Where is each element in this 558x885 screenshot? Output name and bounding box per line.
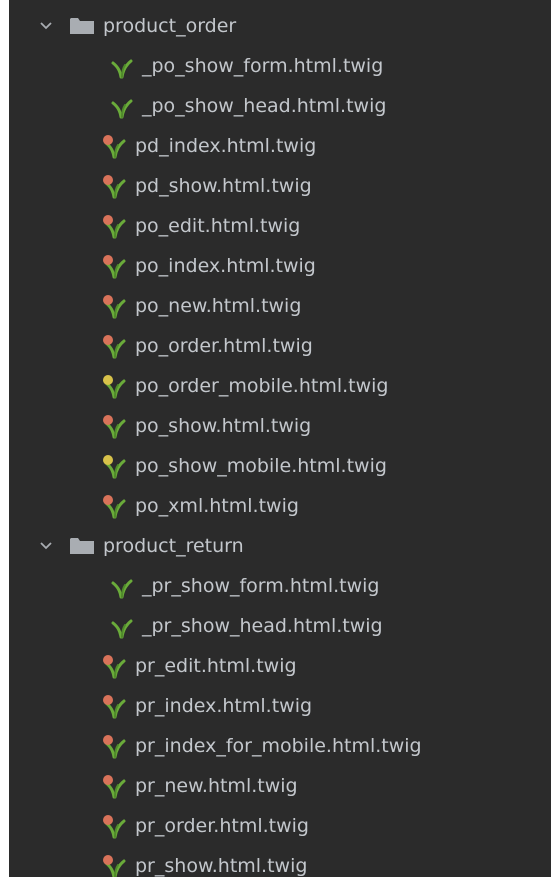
file-row[interactable]: _pr_show_head.html.twig [9, 606, 551, 646]
twig-file-icon [108, 573, 134, 599]
folder-icon [69, 536, 95, 556]
file-label: pr_new.html.twig [135, 775, 298, 797]
file-row[interactable]: pr_index_for_mobile.html.twig [9, 726, 551, 766]
file-row[interactable]: po_new.html.twig [9, 286, 551, 326]
file-label: po_show.html.twig [135, 415, 312, 437]
file-row[interactable]: pr_order.html.twig [9, 806, 551, 846]
twig-file-icon-red-dot [101, 653, 127, 679]
file-row[interactable]: po_edit.html.twig [9, 206, 551, 246]
file-row[interactable]: pd_index.html.twig [9, 126, 551, 166]
twig-file-icon-red-dot [101, 173, 127, 199]
file-row[interactable]: _po_show_form.html.twig [9, 46, 551, 86]
file-tree: product_order _po_show_form.html.twig _po_… [9, 6, 551, 877]
twig-file-icon-red-dot [101, 253, 127, 279]
twig-file-icon-red-dot [101, 333, 127, 359]
file-label: pr_index_for_mobile.html.twig [135, 735, 422, 757]
file-row[interactable]: po_show.html.twig [9, 406, 551, 446]
file-label: _po_show_head.html.twig [142, 95, 387, 117]
file-row[interactable]: pr_show.html.twig [9, 846, 551, 877]
twig-file-icon-yellow-dot [101, 453, 127, 479]
file-row[interactable]: pr_edit.html.twig [9, 646, 551, 686]
file-label: po_show_mobile.html.twig [135, 455, 387, 477]
file-label: pr_index.html.twig [135, 695, 313, 717]
twig-file-icon-red-dot [101, 413, 127, 439]
folder-label: product_order [103, 15, 237, 37]
chevron-down-icon[interactable] [35, 535, 57, 557]
file-row[interactable]: pr_index.html.twig [9, 686, 551, 726]
project-tree-panel: product_order _po_show_form.html.twig _po_… [9, 0, 551, 877]
twig-file-icon [108, 93, 134, 119]
file-label: po_order.html.twig [135, 335, 313, 357]
file-label: po_edit.html.twig [135, 215, 301, 237]
folder-row-product-return[interactable]: product_return [9, 526, 551, 566]
twig-file-icon-red-dot [101, 813, 127, 839]
twig-file-icon-red-dot [101, 293, 127, 319]
twig-file-icon-yellow-dot [101, 373, 127, 399]
twig-file-icon-red-dot [101, 213, 127, 239]
file-row[interactable]: pr_new.html.twig [9, 766, 551, 806]
twig-file-icon [108, 53, 134, 79]
folder-icon [69, 16, 95, 36]
twig-file-icon [108, 613, 134, 639]
file-label: po_order_mobile.html.twig [135, 375, 389, 397]
folder-label: product_return [103, 535, 244, 557]
twig-file-icon-red-dot [101, 493, 127, 519]
file-label: po_index.html.twig [135, 255, 316, 277]
file-label: pd_index.html.twig [135, 135, 317, 157]
file-label: _pr_show_head.html.twig [142, 615, 383, 637]
file-label: pd_show.html.twig [135, 175, 312, 197]
file-label: po_new.html.twig [135, 295, 302, 317]
twig-file-icon-red-dot [101, 693, 127, 719]
file-row[interactable]: po_order.html.twig [9, 326, 551, 366]
file-row[interactable]: po_order_mobile.html.twig [9, 366, 551, 406]
file-row[interactable]: _pr_show_form.html.twig [9, 566, 551, 606]
twig-file-icon-red-dot [101, 853, 127, 877]
file-row[interactable]: po_show_mobile.html.twig [9, 446, 551, 486]
file-label: _pr_show_form.html.twig [142, 575, 380, 597]
file-label: _po_show_form.html.twig [142, 55, 384, 77]
file-row[interactable]: pd_show.html.twig [9, 166, 551, 206]
chevron-down-icon[interactable] [35, 15, 57, 37]
file-label: po_xml.html.twig [135, 495, 299, 517]
file-row[interactable]: _po_show_head.html.twig [9, 86, 551, 126]
folder-row-product-order[interactable]: product_order [9, 6, 551, 46]
twig-file-icon-red-dot [101, 773, 127, 799]
file-row[interactable]: po_index.html.twig [9, 246, 551, 286]
twig-file-icon-red-dot [101, 133, 127, 159]
twig-file-icon-red-dot [101, 733, 127, 759]
file-row[interactable]: po_xml.html.twig [9, 486, 551, 526]
file-label: pr_show.html.twig [135, 855, 308, 877]
file-label: pr_edit.html.twig [135, 655, 297, 677]
file-label: pr_order.html.twig [135, 815, 309, 837]
